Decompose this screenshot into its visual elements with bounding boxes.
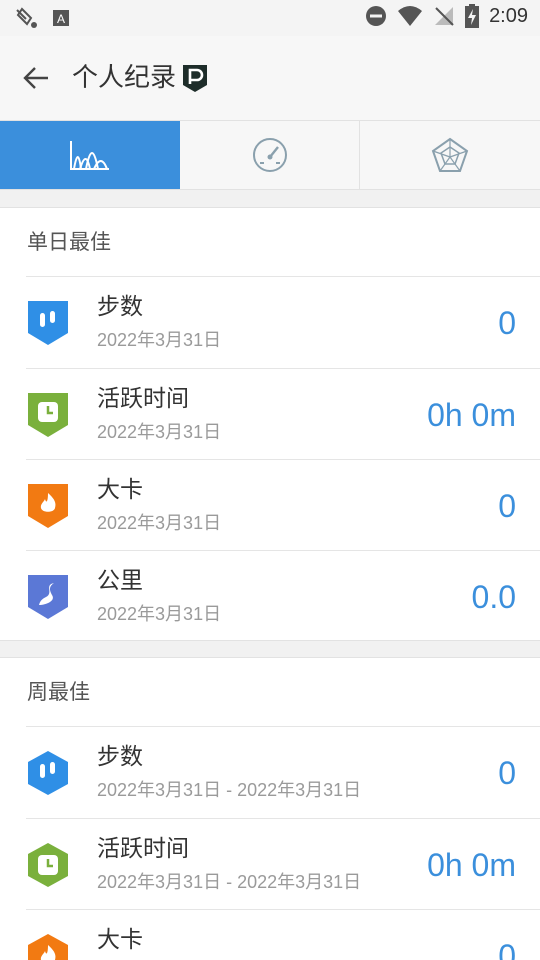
section-title: 单日最佳 (27, 230, 111, 254)
list-item-steps[interactable]: 步数 2022年3月31日 0 (26, 277, 540, 368)
list-item-calories[interactable]: 大卡 0 (26, 909, 540, 960)
page-title: 个人纪录 (72, 63, 177, 93)
speedometer-icon (252, 138, 287, 172)
item-value: 0 (498, 488, 516, 524)
item-date: 2022年3月31日 (97, 422, 222, 442)
clock-icon (28, 843, 68, 887)
item-value: 0 (498, 938, 516, 960)
item-date: 2022年3月31日 - 2022年3月31日 (97, 780, 362, 800)
item-date: 2022年3月31日 - 2022年3月31日 (97, 872, 362, 892)
route-icon (28, 575, 68, 619)
steps-icon (28, 751, 68, 795)
item-value: 0h 0m (427, 847, 516, 883)
tab-radar[interactable] (360, 121, 540, 189)
keyboard-a-icon: A (53, 10, 69, 26)
battery-charging-icon (465, 4, 480, 28)
radar-chart-icon (431, 137, 469, 172)
item-date: 2022年3月31日 (97, 604, 222, 624)
distribution-chart-icon (70, 141, 109, 170)
p-badge-icon (183, 65, 207, 92)
item-date: 2022年3月31日 (97, 513, 222, 533)
list-item-calories[interactable]: 大卡 2022年3月31日 0 (26, 459, 540, 550)
section-weekly-best: 周最佳 步数 2022年3月31日 - 2022年3月31日 0 活跃时间 20… (0, 658, 540, 960)
section-title: 周最佳 (27, 680, 90, 704)
item-name: 步数 (97, 744, 143, 770)
item-value: 0h 0m (427, 397, 516, 433)
flame-icon (28, 934, 68, 960)
flame-icon (28, 484, 68, 528)
list-item-steps[interactable]: 步数 2022年3月31日 - 2022年3月31日 0 (26, 727, 540, 818)
item-name: 步数 (97, 294, 143, 320)
item-name: 大卡 (97, 927, 143, 953)
item-name: 活跃时间 (97, 386, 189, 412)
item-name: 活跃时间 (97, 836, 189, 862)
section-divider (0, 190, 540, 208)
section-divider (0, 640, 540, 658)
item-value: 0.0 (471, 579, 516, 615)
app-bar: 个人纪录 (0, 36, 540, 120)
paint-icon (16, 7, 37, 28)
tab-distribution[interactable] (0, 121, 180, 189)
item-name: 公里 (97, 568, 143, 594)
status-bar: A 2:09 (0, 0, 540, 36)
item-date: 2022年3月31日 (97, 330, 222, 350)
list-item-active-time[interactable]: 活跃时间 2022年3月31日 - 2022年3月31日 0h 0m (26, 818, 540, 909)
item-name: 大卡 (97, 477, 143, 503)
tab-speedometer[interactable] (180, 121, 360, 189)
status-time: 2:09 (489, 4, 528, 27)
back-arrow-icon (23, 67, 48, 89)
svg-text:A: A (57, 12, 65, 26)
list-item-active-time[interactable]: 活跃时间 2022年3月31日 0h 0m (26, 368, 540, 459)
list-item-distance[interactable]: 公里 2022年3月31日 0.0 (26, 550, 540, 641)
do-not-disturb-icon (366, 6, 387, 26)
tab-bar (0, 120, 540, 190)
section-daily-best: 单日最佳 步数 2022年3月31日 0 活跃时间 2022年3月31日 0h … (0, 208, 540, 641)
item-value: 0 (498, 305, 516, 341)
wifi-icon (398, 6, 423, 26)
steps-icon (28, 301, 68, 345)
no-signal-icon (435, 7, 454, 26)
back-button[interactable] (18, 60, 54, 96)
item-value: 0 (498, 755, 516, 791)
clock-icon (28, 393, 68, 437)
